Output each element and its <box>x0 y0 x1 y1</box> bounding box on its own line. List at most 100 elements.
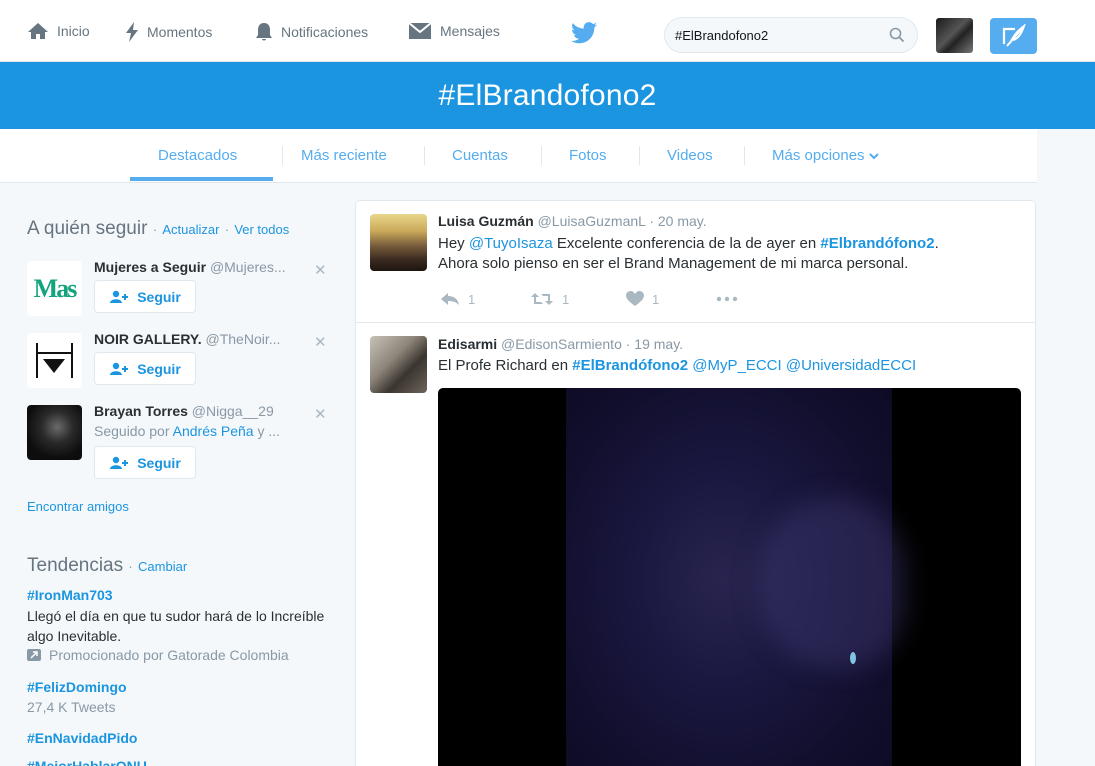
compose-tweet-button[interactable] <box>990 18 1037 54</box>
user-avatar[interactable] <box>936 18 973 53</box>
change-trends-link[interactable]: Cambiar <box>138 559 187 574</box>
more-dots-icon <box>716 296 738 302</box>
retweet-icon <box>531 293 553 305</box>
trend-item[interactable]: #FelizDomingo <box>27 679 127 695</box>
tab-photos[interactable]: Fotos <box>569 147 607 164</box>
quill-icon <box>1002 24 1026 47</box>
follow-button[interactable]: Seguir <box>94 446 196 479</box>
twitter-bird-icon <box>571 22 597 44</box>
retweet-count: 1 <box>562 291 570 307</box>
top-nav: Inicio Momentos Notificaciones Mensajes <box>0 0 1095 62</box>
trends-title: Tendencias <box>27 555 124 576</box>
tweet-author-handle[interactable]: @LuisaGuzmanL <box>538 213 646 229</box>
tweet-actions: 1 1 1 <box>440 291 738 307</box>
hashtag-link[interactable]: #Elbrandófono2 <box>820 235 934 252</box>
noir-gallery-logo <box>36 343 73 378</box>
nav-moments[interactable]: Momentos <box>125 22 212 42</box>
home-icon <box>28 23 48 39</box>
nav-messages[interactable]: Mensajes <box>408 22 500 40</box>
tweet-avatar[interactable] <box>370 336 427 393</box>
tab-latest[interactable]: Más reciente <box>301 147 387 164</box>
promoted-label: Promocionado por Gatorade Colombia <box>27 647 289 663</box>
like-action[interactable]: 1 <box>626 291 716 307</box>
followed-by-link[interactable]: Andrés Peña <box>173 423 254 439</box>
reply-action[interactable]: 1 <box>440 292 530 307</box>
account-avatar[interactable] <box>27 333 82 388</box>
search-input[interactable] <box>675 25 875 45</box>
promoted-icon <box>27 649 41 661</box>
account-logo-text: Mas <box>33 273 78 303</box>
account-name: Mujeres a Seguir <box>94 259 207 275</box>
trend-item[interactable]: #MejorHablarONU <box>27 758 147 766</box>
account-handle: @Mujeres... <box>209 259 286 275</box>
lightning-icon <box>126 22 138 42</box>
search-icon[interactable] <box>889 27 905 43</box>
tweet-date[interactable]: · 20 may. <box>649 213 706 229</box>
tweet-author-name[interactable]: Edisarmi <box>438 336 497 352</box>
follow-button[interactable]: Seguir <box>94 280 196 313</box>
tweet-date[interactable]: · 19 may. <box>626 336 683 352</box>
account-name-line[interactable]: Mujeres a Seguir @Mujeres... <box>94 259 286 275</box>
follow-button-label: Seguir <box>137 454 181 471</box>
tweet-header: Luisa Guzmán @LuisaGuzmanL · 20 may. <box>438 213 707 229</box>
account-name: NOIR GALLERY. <box>94 331 202 347</box>
reply-count: 1 <box>468 291 476 307</box>
tab-top[interactable]: Destacados <box>158 147 237 164</box>
view-all-link[interactable]: Ver todos <box>234 222 289 237</box>
nav-notifications-label: Notificaciones <box>281 24 369 40</box>
nav-moments-label: Momentos <box>147 24 213 40</box>
tab-separator <box>424 146 425 165</box>
tweet-divider <box>356 322 1035 323</box>
mention-link[interactable]: @TuyoIsaza <box>469 235 553 252</box>
trend-item[interactable]: #EnNavidadPido <box>27 730 137 746</box>
follow-button[interactable]: Seguir <box>94 352 196 385</box>
hashtag-link[interactable]: #ElBrandófono2 <box>572 357 688 374</box>
who-to-follow-title: A quién seguir <box>27 218 148 239</box>
dismiss-icon[interactable]: ✕ <box>314 261 327 279</box>
account-avatar[interactable] <box>27 405 82 460</box>
tab-separator <box>639 146 640 165</box>
tab-videos[interactable]: Videos <box>667 147 713 164</box>
tab-more-options-label: Más opciones <box>772 147 865 164</box>
tweet-timeline: Luisa Guzmán @LuisaGuzmanL · 20 may. Hey… <box>355 200 1036 766</box>
page-title: #ElBrandofono2 <box>438 78 657 112</box>
account-name-line[interactable]: Brayan Torres @Nigga__29 <box>94 403 274 419</box>
mention-link[interactable]: @UniversidadECCI <box>786 357 916 374</box>
trends-header: Tendencias · Cambiar <box>27 555 188 576</box>
tab-separator <box>282 146 283 165</box>
add-user-icon <box>110 456 129 469</box>
followed-by-text: Seguido por Andrés Peña y ... <box>94 423 281 439</box>
nav-notifications[interactable]: Notificaciones <box>255 22 368 42</box>
find-friends-link[interactable]: Encontrar amigos <box>27 499 129 514</box>
refresh-link[interactable]: Actualizar <box>162 222 219 237</box>
twitter-bird-logo[interactable] <box>571 22 597 49</box>
search-tabs: Destacados Más reciente Cuentas Fotos Vi… <box>0 129 1037 183</box>
nav-home[interactable]: Inicio <box>27 22 90 40</box>
envelope-icon <box>408 22 432 39</box>
tab-accounts[interactable]: Cuentas <box>452 147 508 164</box>
follow-button-label: Seguir <box>137 288 181 305</box>
tweet-author-name[interactable]: Luisa Guzmán <box>438 213 534 229</box>
account-avatar[interactable]: Mas <box>27 261 82 316</box>
tab-more-options[interactable]: Más opciones <box>772 147 879 164</box>
tweet-author-handle[interactable]: @EdisonSarmiento <box>501 336 622 352</box>
heart-icon <box>626 291 644 306</box>
retweet-action[interactable]: 1 <box>530 292 626 307</box>
who-to-follow-header: A quién seguir · Actualizar · Ver todos <box>27 218 290 239</box>
video-frame <box>566 388 906 766</box>
follow-button-label: Seguir <box>137 360 181 377</box>
account-name-line[interactable]: NOIR GALLERY. @TheNoir... <box>94 331 280 347</box>
account-handle: @TheNoir... <box>205 331 281 347</box>
tab-separator <box>541 146 542 165</box>
dismiss-icon[interactable]: ✕ <box>314 405 327 423</box>
tweet-video[interactable] <box>438 388 1021 766</box>
add-user-icon <box>110 362 129 375</box>
mention-link[interactable]: @MyP_ECCI <box>692 357 781 374</box>
trend-item[interactable]: #IronMan703 <box>27 587 113 603</box>
search-box <box>664 17 918 53</box>
reply-icon <box>441 293 459 305</box>
dismiss-icon[interactable]: ✕ <box>314 333 327 351</box>
tweet-avatar[interactable] <box>370 214 427 271</box>
more-action[interactable] <box>716 296 738 302</box>
trend-description: Llegó el día en que tu sudor hará de lo … <box>27 608 325 644</box>
